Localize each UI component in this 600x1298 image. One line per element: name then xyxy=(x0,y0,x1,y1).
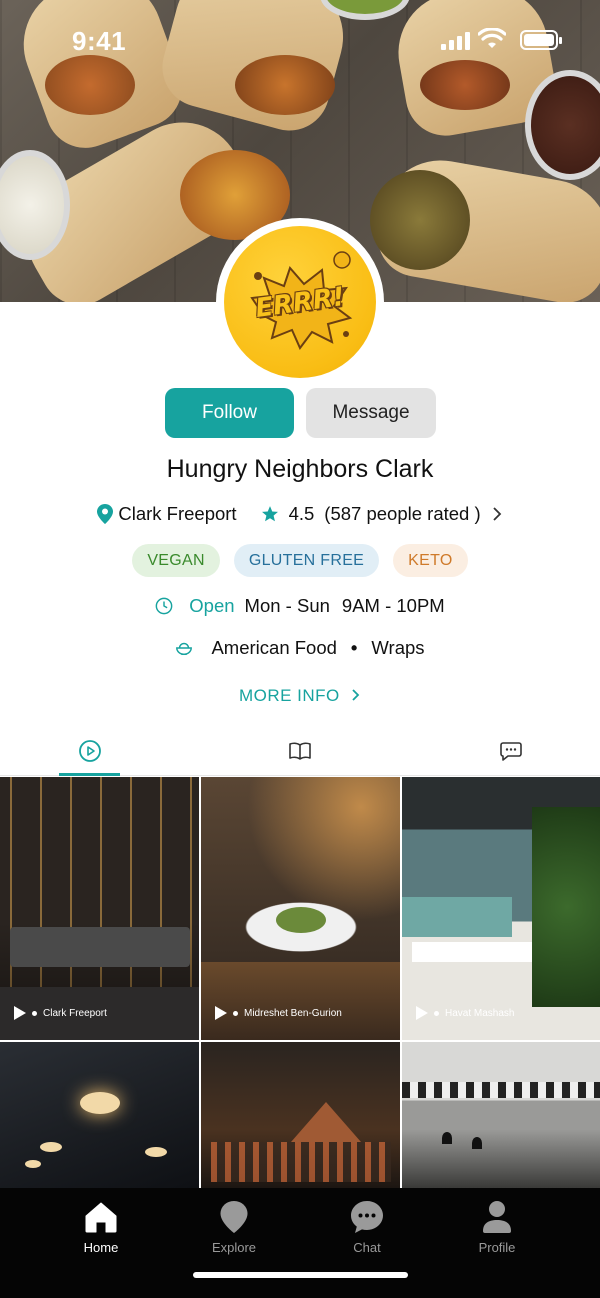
chat-bubble-icon xyxy=(500,742,522,761)
food-bowl-icon xyxy=(176,642,193,656)
home-indicator[interactable] xyxy=(193,1272,408,1278)
tag-vegan: VEGAN xyxy=(132,544,220,577)
tab-menu[interactable] xyxy=(283,734,317,768)
more-info-label: MORE INFO xyxy=(238,686,340,705)
rating-count[interactable]: (587 people rated ) xyxy=(324,503,480,525)
tab-videos[interactable] xyxy=(73,734,107,768)
home-icon xyxy=(85,1202,117,1233)
grid-location: Midreshet Ben-Gurion xyxy=(244,1007,342,1019)
chevron-right-icon[interactable] xyxy=(491,506,503,522)
nav-chat-label: Chat xyxy=(353,1240,381,1255)
location-pin-icon xyxy=(97,504,114,524)
rating-value: 4.5 xyxy=(288,503,315,524)
wifi-icon xyxy=(478,28,506,48)
tag-gluten-free: GLUTEN FREE xyxy=(233,544,380,577)
play-icon xyxy=(14,1006,26,1020)
meta-row: Clark Freeport 4.5 (587 people rated ) xyxy=(0,503,600,525)
nav-profile[interactable]: Profile xyxy=(447,1200,547,1255)
status-time: 9:41 xyxy=(72,26,127,56)
star-icon xyxy=(261,506,278,522)
avatar: ERRR! xyxy=(216,218,384,386)
location-dot-icon xyxy=(32,1010,37,1016)
grid-location: Havat Mashash xyxy=(445,1007,515,1019)
nav-chat[interactable]: Chat xyxy=(317,1200,417,1255)
tag-list: VEGAN GLUTEN FREE KETO xyxy=(0,544,600,577)
follow-button[interactable]: Follow xyxy=(165,388,294,438)
grid-item[interactable]: Midreshet Ben-Gurion xyxy=(201,777,400,1040)
open-days: Mon - Sun xyxy=(244,595,330,616)
cuisine-primary: American Food xyxy=(211,637,337,658)
map-pin-icon xyxy=(220,1201,248,1233)
grid-item[interactable] xyxy=(402,1042,600,1188)
brand-logo: ERRR! xyxy=(224,226,376,378)
opening-hours: Open Mon - Sun 9AM - 10PM xyxy=(0,595,600,617)
nav-explore-label: Explore xyxy=(211,1240,257,1255)
grid-item[interactable]: Havat Mashash xyxy=(402,777,600,1040)
grid-item[interactable]: Clark Freeport xyxy=(0,777,199,1040)
grid-item[interactable] xyxy=(0,1042,199,1188)
nav-explore[interactable]: Explore xyxy=(184,1200,284,1255)
video-grid: Clark Freeport Midreshet Ben-Gurion Hava… xyxy=(0,777,600,1188)
signal-icon xyxy=(441,32,470,50)
active-tab-indicator xyxy=(59,773,120,776)
location-text[interactable]: Clark Freeport xyxy=(118,503,236,525)
separator-dot: • xyxy=(350,637,358,658)
grid-item[interactable] xyxy=(201,1042,400,1188)
tag-keto: KETO xyxy=(393,544,468,577)
grid-location: Clark Freeport xyxy=(43,1007,107,1019)
location-dot-icon xyxy=(233,1010,238,1016)
location-dot-icon xyxy=(434,1010,439,1016)
cuisine-secondary: Wraps xyxy=(371,637,425,658)
tab-reviews[interactable] xyxy=(494,734,528,768)
play-icon xyxy=(416,1006,428,1020)
nav-profile-label: Profile xyxy=(478,1240,516,1255)
chat-icon xyxy=(351,1201,383,1233)
nav-home[interactable]: Home xyxy=(51,1200,151,1255)
play-circle-icon xyxy=(79,740,101,762)
content-tabs xyxy=(0,726,600,776)
user-icon xyxy=(483,1201,511,1233)
open-status: Open xyxy=(189,595,235,616)
grid-item-label: Midreshet Ben-Gurion xyxy=(215,1006,342,1020)
battery-icon xyxy=(520,30,562,50)
play-icon xyxy=(215,1006,227,1020)
message-button[interactable]: Message xyxy=(306,388,436,438)
status-bar: 9:41 xyxy=(0,0,600,80)
bottom-nav: Home Explore Chat Profile xyxy=(0,1188,600,1298)
book-icon xyxy=(289,742,311,760)
cuisine-row: American Food • Wraps xyxy=(0,637,600,659)
restaurant-name: Hungry Neighbors Clark xyxy=(166,455,434,483)
chevron-right-icon xyxy=(352,689,360,701)
clock-icon xyxy=(155,597,173,615)
grid-item-label: Havat Mashash xyxy=(416,1006,514,1020)
nav-home-label: Home xyxy=(83,1240,119,1255)
grid-item-label: Clark Freeport xyxy=(14,1006,107,1020)
more-info-link[interactable]: MORE INFO xyxy=(0,686,600,706)
open-hours: 9AM - 10PM xyxy=(341,595,445,616)
